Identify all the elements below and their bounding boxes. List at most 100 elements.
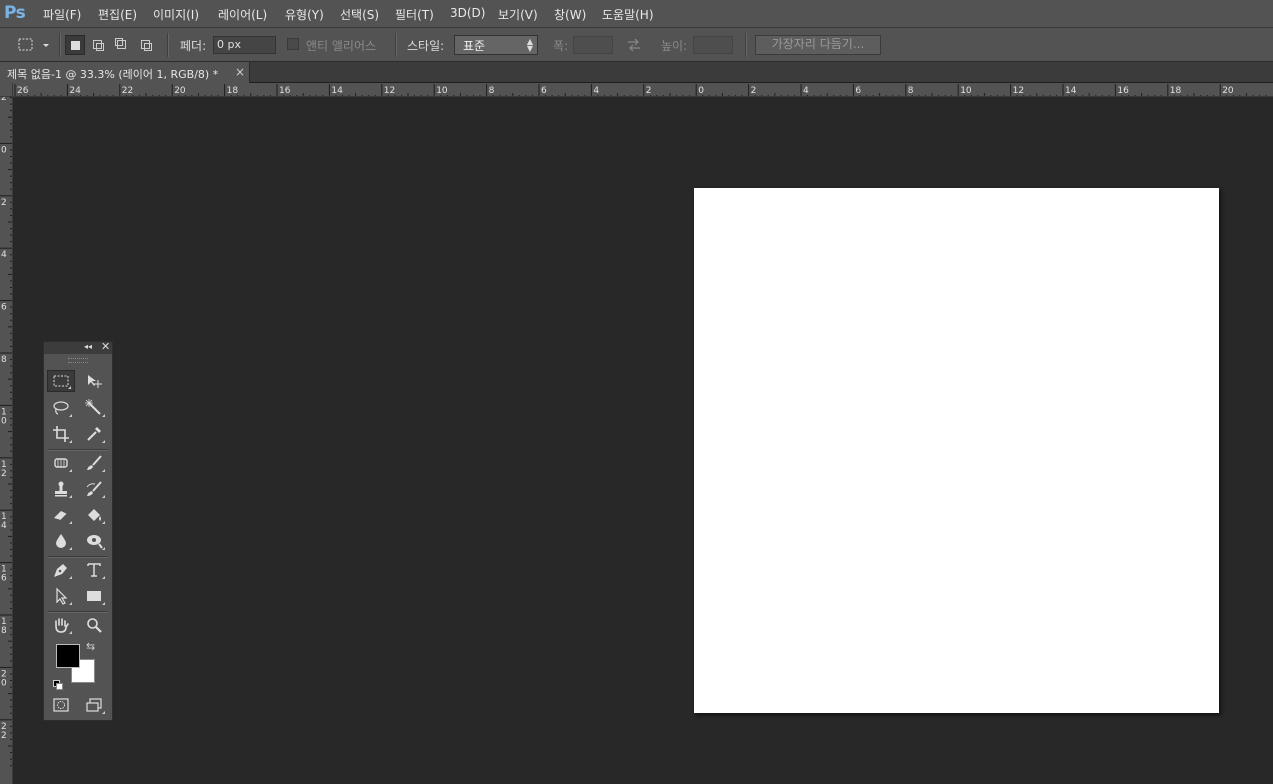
dodge-icon [87,535,103,549]
quick-mask-icon [53,698,69,712]
horizontal-ruler[interactable]: 26 24 22 20 18 16 14 12 10 8 6 4 2 0 2 4 6 8 10 12 14 16 18 20 [13,83,1273,97]
document-canvas[interactable] [694,188,1219,713]
screen-mode-button[interactable] [80,694,108,716]
ruler-label: 2 [1,469,7,479]
ruler-label: 10 [960,86,972,96]
menu-edit[interactable]: 편집(E) [98,6,137,23]
menu-type[interactable]: 유형(Y) [285,6,324,23]
eraser-icon [54,511,68,521]
magic-wand-tool[interactable] [80,397,108,419]
ruler-label: 8 [1,626,7,636]
quick-mask-button[interactable] [47,694,75,716]
new-selection-button[interactable] [65,35,85,55]
add-to-selection-button[interactable] [88,35,108,55]
antialias-label: 앤티 앨리어스 [306,39,377,53]
ruler-origin[interactable] [0,83,13,97]
zoom-tool[interactable] [80,614,108,636]
document-tab[interactable]: 제목 없음-1 @ 33.3% (레이어 1, RGB/8) * × [0,62,250,83]
chevron-down-icon [43,44,49,47]
hand-tool[interactable] [47,614,75,636]
default-colors-icon[interactable] [53,675,63,690]
path-selection-tool[interactable] [47,585,75,607]
collapse-icon[interactable]: ◂◂ [84,342,92,351]
menu-window[interactable]: 창(W) [554,6,586,23]
menu-help[interactable]: 도움말(H) [602,6,654,23]
type-tool[interactable] [80,559,108,581]
swap-width-height-icon[interactable] [626,37,642,52]
ruler-label: 2 [751,86,757,96]
ruler-label: 22 [122,86,133,96]
lasso-icon [53,401,69,415]
rectangle-tool[interactable] [80,585,108,607]
rectangular-marquee-tool[interactable] [47,370,75,392]
ruler-label: 8 [1,355,7,365]
ruler-label: 2 [1,97,7,103]
menu-image[interactable]: 이미지(I) [153,6,199,23]
clone-stamp-tool[interactable] [47,478,75,500]
menu-view[interactable]: 보기(V) [498,6,538,23]
move-tool[interactable] [80,370,108,392]
ruler-label: 18 [227,86,239,96]
horizontal-ruler-ticks: 26 24 22 20 18 16 14 12 10 8 6 4 2 0 2 4 6 8 10 12 14 16 18 20 [14,84,1267,96]
style-select[interactable]: 표준 ▲ ▼ [454,35,538,55]
ruler-label: 0 [1,678,7,688]
menu-select[interactable]: 선택(S) [340,6,379,23]
dodge-tool[interactable] [80,530,108,552]
ruler-label: 4 [593,86,599,96]
crop-tool[interactable] [47,423,75,445]
options-separator [745,33,747,57]
feather-label: 페더: [180,39,207,53]
close-icon[interactable]: × [235,65,245,79]
menu-layer[interactable]: 레이어(L) [218,6,267,23]
ruler-label: 20 [174,86,186,96]
options-separator [395,33,397,57]
ruler-label: 4 [803,86,809,96]
ruler-label: 0 [1,416,7,426]
ruler-label: 8 [489,86,495,96]
ruler-label: 14 [1065,86,1077,96]
subtract-selection-icon-part [115,38,123,46]
default-colors-squares [53,680,63,690]
pen-nib-icon [54,564,67,577]
refine-edge-button[interactable]: 가장자리 다듬기... [755,35,881,55]
add-selection-icon-part [96,43,104,51]
menu-filter[interactable]: 필터(T) [395,6,434,23]
eyedropper-tool[interactable] [80,423,108,445]
crop-icon [53,426,69,442]
ruler-label: 4 [1,521,7,531]
width-input[interactable] [573,36,613,54]
paint-bucket-tool[interactable] [80,504,108,526]
subtract-from-selection-button[interactable] [112,35,132,55]
select-arrows-icon: ▲ ▼ [526,37,533,53]
blur-tool[interactable] [47,530,75,552]
vertical-ruler[interactable]: 20246810121416182022 [0,97,13,784]
menu-file[interactable]: 파일(F) [43,6,81,23]
pen-tool[interactable] [47,559,75,581]
brush-tool[interactable] [80,452,108,474]
ruler-label: 12 [1013,86,1024,96]
tools-panel: ◂◂ ✕ ⇆ [43,340,113,721]
tools-panel-header[interactable]: ◂◂ ✕ [44,340,112,354]
ruler-label: 6 [1,574,7,584]
tool-preset-picker[interactable] [14,36,54,54]
close-icon[interactable]: ✕ [101,340,110,353]
brush-icon [87,455,102,470]
swap-colors-icon[interactable]: ⇆ [86,640,95,653]
tools-separator [48,611,108,613]
ruler-label: 2 [1,731,7,741]
history-brush-tool[interactable] [80,478,108,500]
height-input[interactable] [693,36,733,54]
healing-bandage-icon [54,458,68,468]
lasso-tool[interactable] [47,397,75,419]
menu-3d[interactable]: 3D(D) [450,6,485,20]
spot-healing-brush-tool[interactable] [47,452,75,474]
intersect-selection-button[interactable] [136,35,156,55]
magic-wand-icon [85,399,101,415]
ruler-label: 0 [698,86,704,96]
panel-grip[interactable] [68,358,88,363]
feather-input[interactable]: 0 px [213,36,276,54]
antialias-checkbox[interactable] [287,38,299,50]
foreground-color-swatch[interactable] [56,644,80,668]
eraser-tool[interactable] [47,504,75,526]
swap-arrows-icon [628,38,640,52]
